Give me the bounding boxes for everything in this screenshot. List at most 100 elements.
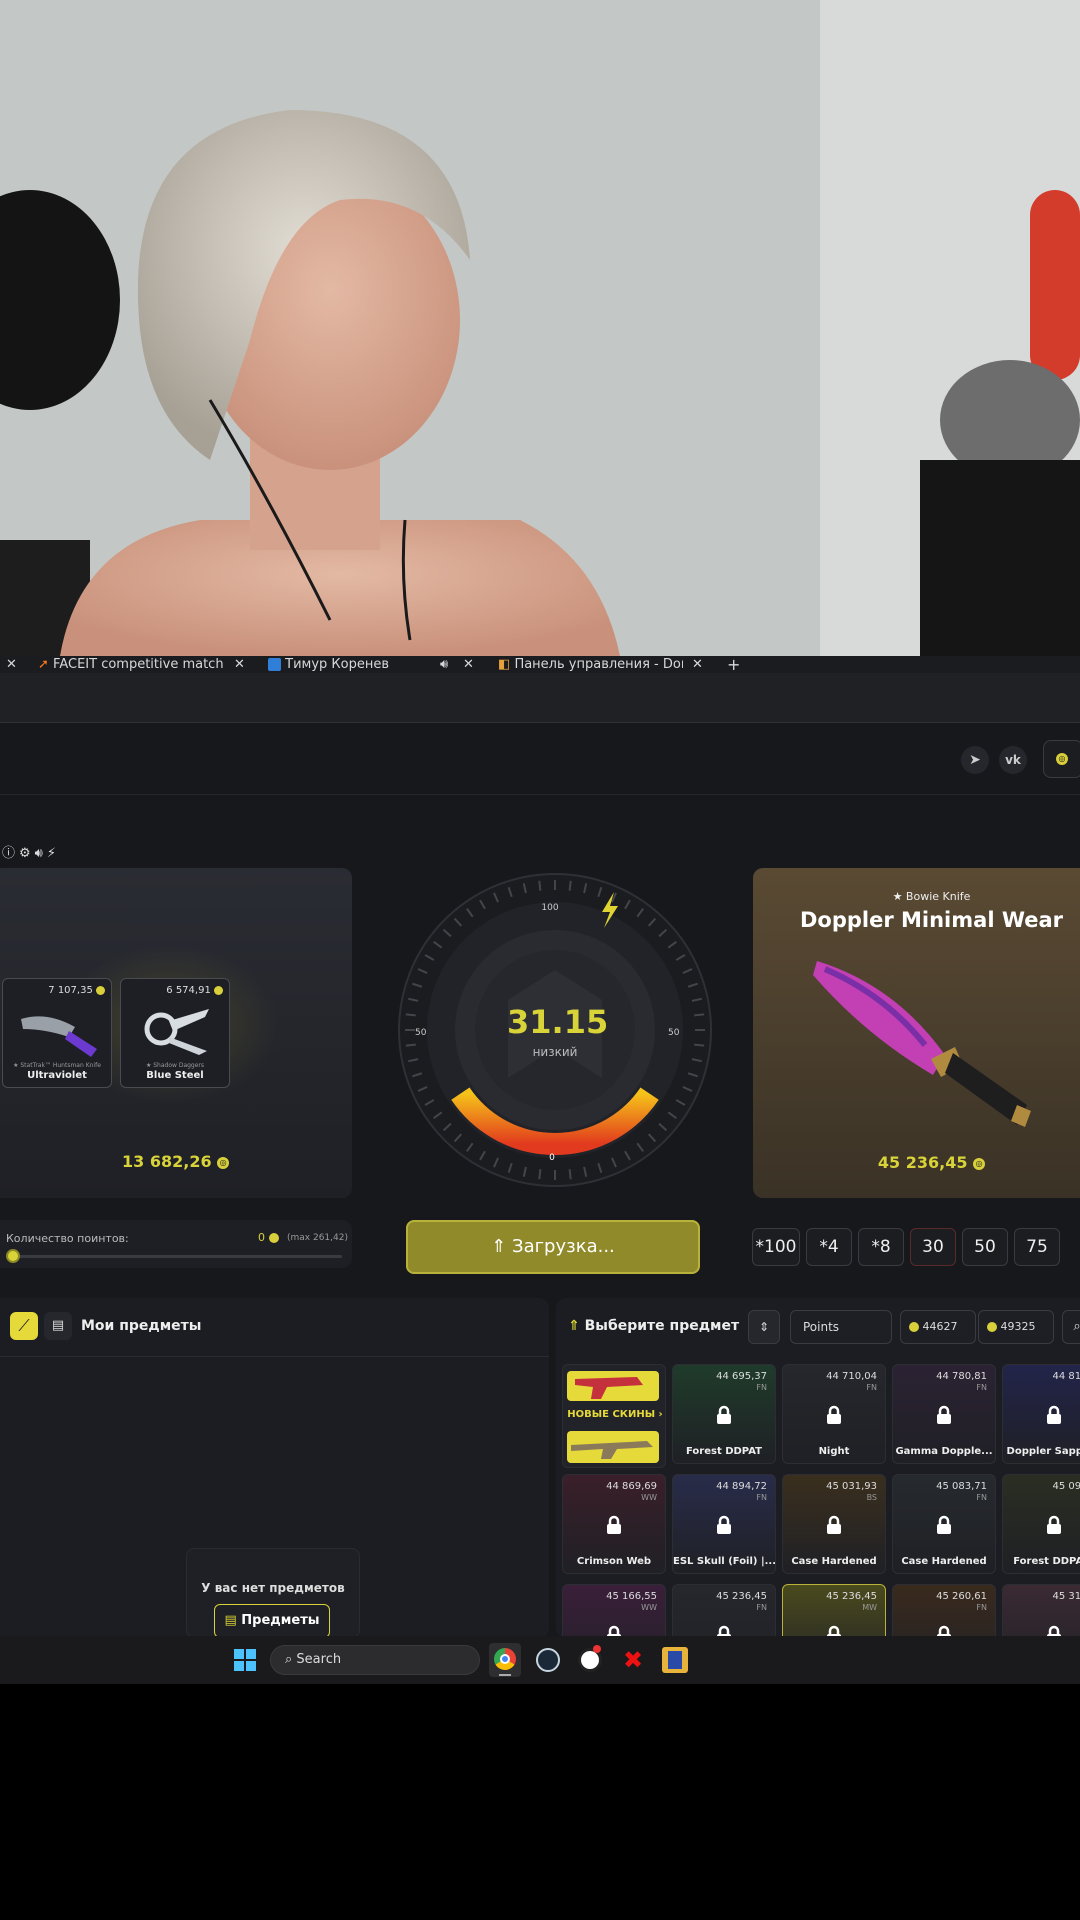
- gauge-mark-bottom: 0: [549, 1153, 555, 1163]
- points-value: 0: [258, 1231, 279, 1244]
- gauge-mark-left: 50: [415, 1028, 427, 1038]
- new-skin-1: [567, 1371, 659, 1401]
- telegram-icon[interactable]: ➤: [961, 746, 989, 774]
- shop-tab-icon[interactable]: ▤: [44, 1312, 72, 1340]
- max-price-field[interactable]: 49325: [978, 1310, 1054, 1344]
- coin-icon: ◎: [1056, 753, 1068, 765]
- lock-icon: [1047, 1515, 1061, 1534]
- chrome-app-icon[interactable]: [489, 1643, 521, 1677]
- knife-tab-icon[interactable]: ⟋: [10, 1312, 38, 1340]
- lock-icon: [1047, 1405, 1061, 1424]
- coin-icon: [268, 1233, 279, 1243]
- chance-value: 31.15: [507, 1003, 609, 1041]
- catalog-item-card[interactable]: 44 894,72 FN ESL Skull (Foil) |...: [672, 1474, 776, 1574]
- lock-icon: [937, 1515, 951, 1534]
- lock-icon: [607, 1515, 621, 1534]
- multiplier-50-button[interactable]: 50: [962, 1228, 1008, 1266]
- points-label: Количество поинтов:: [6, 1232, 129, 1245]
- lock-icon: [827, 1515, 841, 1534]
- windows-start-icon[interactable]: [234, 1649, 256, 1671]
- selected-item-card[interactable]: 6 574,91 ★ Shadow Daggers Blue Steel: [120, 978, 230, 1088]
- multiplier-x4-button[interactable]: *4: [806, 1228, 852, 1266]
- webcam-image: [0, 0, 1080, 656]
- upgrade-tools: ⓘ⚙🔊︎⚡︎: [2, 842, 60, 861]
- tab-donation[interactable]: ◧ Панель управления - Donation: [498, 656, 683, 673]
- sort-order-button[interactable]: ⇕: [748, 1310, 780, 1344]
- gauge-mark-100: 100: [541, 903, 559, 913]
- steam-app-icon[interactable]: [536, 1648, 560, 1672]
- coin-icon: [909, 1322, 919, 1332]
- tab-faceit[interactable]: ➚ FACEIT competitive match - FAC: [38, 656, 228, 673]
- app-x-icon[interactable]: ✖: [620, 1646, 646, 1674]
- chevron-up-icon: ⇑: [491, 1236, 507, 1257]
- catalog-item-card[interactable]: 45 083,71 FN Case Hardened: [892, 1474, 996, 1574]
- rifle-icon: [571, 1441, 653, 1459]
- bowie-knife-icon: [813, 961, 1031, 1127]
- close-icon[interactable]: ✕: [234, 656, 246, 673]
- taskbar-search[interactable]: ⌕ Search: [270, 1645, 480, 1675]
- search-icon[interactable]: ⌕: [1062, 1310, 1080, 1344]
- lock-icon: [717, 1515, 731, 1534]
- points-slider-track[interactable]: [10, 1255, 342, 1258]
- donation-favicon-icon: ◧: [498, 657, 511, 672]
- new-skins-label: НОВЫЕ СКИНЫ ›: [567, 1409, 663, 1420]
- close-icon[interactable]: ✕: [463, 656, 475, 673]
- balance-button[interactable]: ◎: [1043, 740, 1080, 778]
- faceit-icon: ➚: [38, 657, 49, 672]
- chevron-up-icon: ⇑: [568, 1318, 580, 1334]
- obs-app-icon[interactable]: [578, 1645, 602, 1672]
- multiplier-75-button[interactable]: 75: [1014, 1228, 1060, 1266]
- catalog-item-card[interactable]: 45 091,3Forest DDPA...: [1002, 1474, 1080, 1574]
- new-skins-banner[interactable]: НОВЫЕ СКИНЫ ›: [562, 1364, 666, 1468]
- catalog-item-card[interactable]: 44 813,6Doppler Sapph...: [1002, 1364, 1080, 1464]
- sort-select[interactable]: Points: [790, 1310, 892, 1344]
- lock-icon: [827, 1405, 841, 1424]
- browser-tab-strip: ✕ ➚ FACEIT competitive match - FAC ✕ Тим…: [0, 656, 1080, 673]
- tab-timur[interactable]: Тимур Коренев: [268, 656, 448, 673]
- lock-icon: [717, 1405, 731, 1424]
- shadow-daggers-icon: [144, 1009, 209, 1055]
- gear-icon[interactable]: ⚙: [19, 846, 35, 861]
- points-slider-thumb[interactable]: [6, 1249, 20, 1263]
- gauge-pointer-icon: [602, 892, 618, 928]
- multiplier-30-button[interactable]: 30: [910, 1228, 956, 1266]
- huntsman-knife-icon: [21, 1016, 97, 1057]
- empty-inventory-text: У вас нет предметов: [201, 1581, 345, 1595]
- selected-item-card[interactable]: 7 107,35 ★ StatTrak™ Huntsman Knife Ultr…: [2, 978, 112, 1088]
- coin-icon: ◎: [217, 1156, 230, 1169]
- catalog-item-card[interactable]: 44 710,04 FN Night: [782, 1364, 886, 1464]
- shop-icon: ▤: [224, 1613, 237, 1628]
- items-button[interactable]: ▤ Предметы: [214, 1604, 330, 1638]
- multiplier-x8-button[interactable]: *8: [858, 1228, 904, 1266]
- sound-icon[interactable]: 🔊︎: [35, 846, 47, 861]
- browser-toolbar: [0, 673, 1080, 723]
- header-divider: [0, 794, 1080, 795]
- selected-total: 13 682,26 ◎: [122, 1152, 230, 1171]
- info-icon[interactable]: ⓘ: [2, 846, 19, 861]
- search-icon: ⌕: [285, 1652, 293, 1667]
- speaker-icon[interactable]: 🔊︎: [440, 656, 454, 673]
- coin-icon: [214, 985, 223, 995]
- coin-icon: [96, 985, 105, 995]
- cs-app-icon[interactable]: [662, 1647, 688, 1673]
- letterbox-bottom: [0, 1684, 1080, 1920]
- catalog-item-card[interactable]: 44 869,69 WW Crimson Web: [562, 1474, 666, 1574]
- min-price-field[interactable]: 44627: [900, 1310, 976, 1344]
- target-item-name: Doppler Minimal Wear: [799, 908, 1064, 932]
- vk-icon[interactable]: vk: [999, 746, 1027, 774]
- new-tab-button[interactable]: +: [727, 656, 741, 673]
- catalog-item-card[interactable]: 44 780,81 FN Gamma Dopple...: [892, 1364, 996, 1464]
- site-favicon-icon: [268, 658, 281, 671]
- catalog-title: ⇑ Выберите предмет: [568, 1318, 740, 1334]
- multiplier-x100-button[interactable]: *100: [752, 1228, 800, 1266]
- target-item-type: ★ Bowie Knife: [892, 890, 971, 903]
- close-icon[interactable]: ✕: [6, 656, 18, 673]
- upgrade-button[interactable]: ⇑ Загрузка...: [406, 1220, 700, 1274]
- inventory-header-divider: [0, 1356, 549, 1357]
- catalog-item-card[interactable]: 44 695,37 FN Forest DDPAT: [672, 1364, 776, 1464]
- lock-icon: [937, 1405, 951, 1424]
- close-icon[interactable]: ✕: [692, 656, 704, 673]
- lightning-icon[interactable]: ⚡︎: [47, 846, 60, 861]
- catalog-item-card[interactable]: 45 031,93 BS Case Hardened: [782, 1474, 886, 1574]
- points-max: (max 261,42): [287, 1233, 348, 1243]
